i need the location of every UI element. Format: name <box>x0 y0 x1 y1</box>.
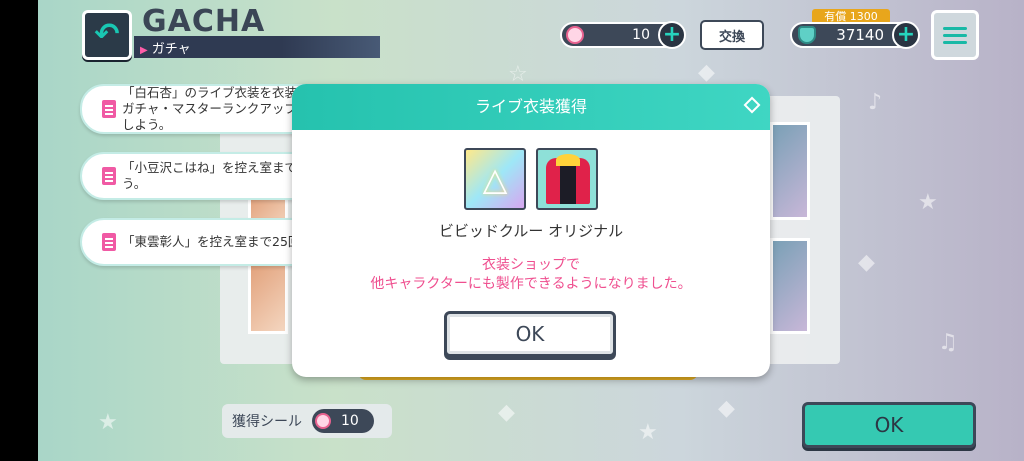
dialog-ok-button[interactable]: OK <box>444 311 616 357</box>
sticker-count-pill: 10 <box>312 409 374 433</box>
page-title: GACHA <box>142 4 266 39</box>
star-pattern-icon: ★ <box>918 190 938 215</box>
outfit-item-jacket[interactable] <box>536 148 598 210</box>
music-pattern-icon: ♫ <box>938 330 958 355</box>
ok-button[interactable]: OK <box>802 402 976 448</box>
card-thumbnail[interactable] <box>770 238 810 334</box>
card-thumbnail[interactable] <box>248 262 288 334</box>
coin-icon <box>566 26 584 44</box>
diamond-icon <box>743 96 761 114</box>
menu-button[interactable] <box>931 10 979 60</box>
add-gems-button[interactable]: + <box>892 21 920 49</box>
sticker-icon <box>315 413 331 429</box>
mission-list-icon <box>102 167 116 185</box>
diamond-pattern-icon: ◆ <box>718 396 735 421</box>
add-coins-button[interactable]: + <box>658 21 686 49</box>
mission-list-icon <box>102 100 116 118</box>
game-screen: ✦ ☆ ◆ ♪ ★ ◆ ♫ ★ ◆ ★ ◆ ↶ GACHA ▶ガチャ 10 + … <box>38 0 1024 461</box>
back-arrow-icon: ↶ <box>94 17 120 52</box>
triangle-logo-icon: △ <box>482 160 508 198</box>
page-subtitle: ▶ ガチャ <box>140 42 191 57</box>
triangle-icon: ▶ <box>140 45 148 56</box>
dialog-header: ライブ衣装獲得 <box>292 84 770 130</box>
outfit-acquired-dialog: ライブ衣装獲得 △ ビビッドクルー オリジナル 衣装ショップで 他キャラクターに… <box>292 84 770 377</box>
music-pattern-icon: ♪ <box>868 90 883 115</box>
back-button[interactable]: ↶ <box>82 10 132 60</box>
star-pattern-icon: ★ <box>638 420 658 445</box>
dialog-message: 衣装ショップで 他キャラクターにも製作できるようになりました。 <box>370 257 692 292</box>
diamond-pattern-icon: ◆ <box>698 60 715 85</box>
star-pattern-icon: ★ <box>98 410 118 435</box>
outfit-name: ビビッドクルー オリジナル <box>438 222 624 240</box>
sticker-label: 獲得シール <box>232 414 302 430</box>
diamond-pattern-icon: ◆ <box>858 250 875 275</box>
card-thumbnail[interactable] <box>770 122 810 220</box>
gem-icon <box>798 26 816 44</box>
diamond-pattern-icon: ◆ <box>498 400 515 425</box>
dialog-title: ライブ衣装獲得 <box>474 97 587 116</box>
outfit-item-icon[interactable]: △ <box>464 148 526 210</box>
exchange-button[interactable]: 交換 <box>700 20 764 50</box>
mission-list-icon <box>102 233 116 251</box>
hamburger-icon <box>943 26 967 30</box>
sticker-counter: 獲得シール 10 <box>222 404 392 438</box>
